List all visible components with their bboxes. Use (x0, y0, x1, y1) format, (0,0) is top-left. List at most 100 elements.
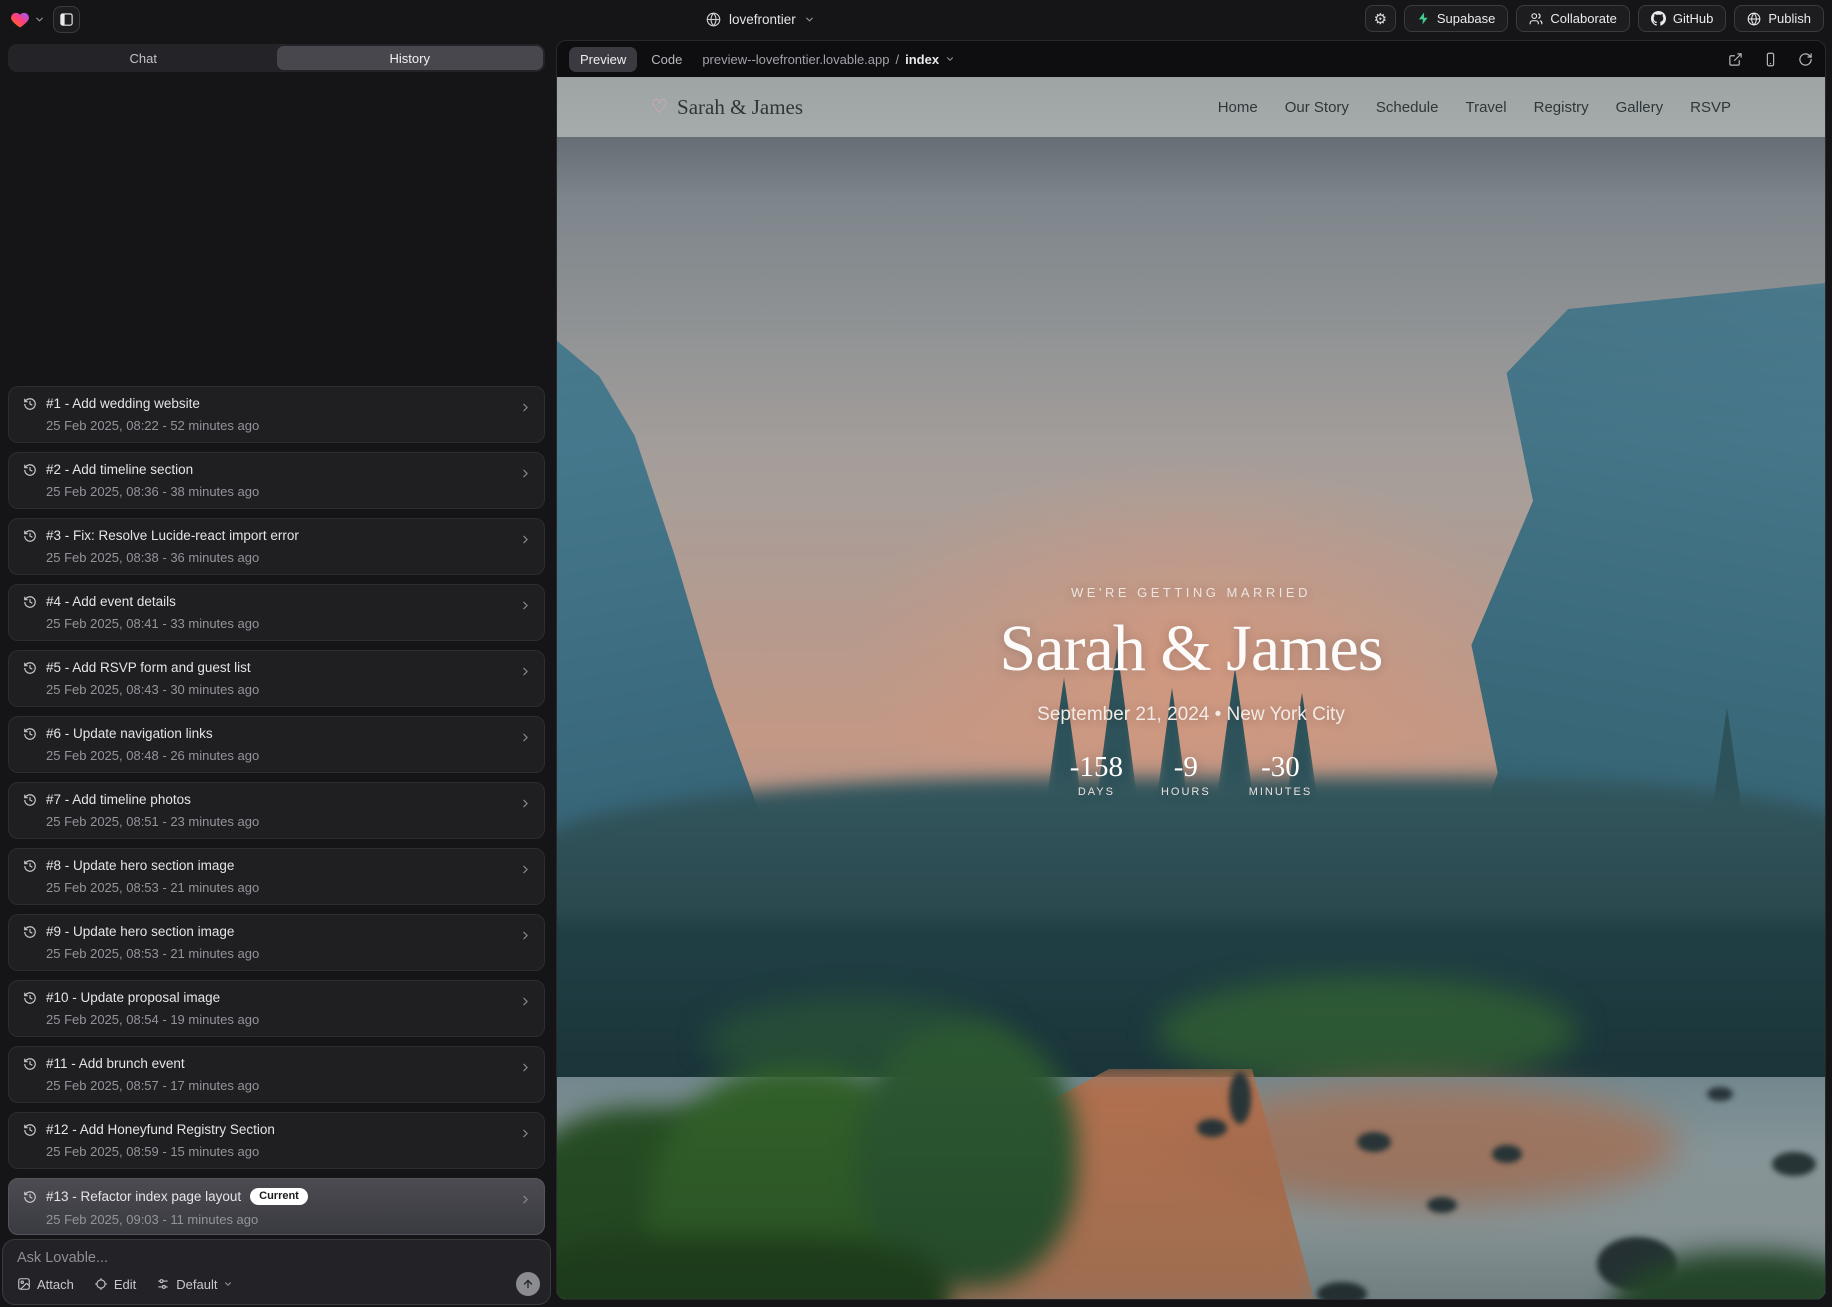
hero-section: WE'RE GETTING MARRIED Sarah & James Sept… (557, 585, 1825, 798)
bg-rock (1357, 1132, 1391, 1152)
chevron-right-icon[interactable] (519, 665, 532, 678)
history-item-timestamp: 25 Feb 2025, 08:59 - 15 minutes ago (46, 1144, 530, 1159)
history-item-title: #6 - Update navigation links (46, 726, 213, 741)
history-item-5[interactable]: #5 - Add RSVP form and guest list 25 Feb… (8, 650, 545, 707)
url-separator: / (895, 52, 899, 67)
history-item-11[interactable]: #11 - Add brunch event 25 Feb 2025, 08:5… (8, 1046, 545, 1103)
site-brand[interactable]: ♡ Sarah & James (651, 95, 803, 120)
lovable-heart-icon (10, 10, 30, 30)
chevron-right-icon[interactable] (519, 797, 532, 810)
bg-forest-green (707, 997, 1007, 1087)
history-restore-icon (23, 727, 37, 741)
history-item-7[interactable]: #7 - Add timeline photos 25 Feb 2025, 08… (8, 782, 545, 839)
countdown-unit: -9 HOURS (1161, 753, 1211, 798)
supabase-label: Supabase (1437, 11, 1496, 26)
history-item-8[interactable]: #8 - Update hero section image 25 Feb 20… (8, 848, 545, 905)
github-icon (1651, 11, 1666, 26)
countdown-value: -30 (1249, 753, 1313, 782)
open-external-icon[interactable] (1728, 52, 1743, 67)
refresh-icon[interactable] (1798, 52, 1813, 67)
chevron-right-icon[interactable] (519, 533, 532, 546)
bg-grass (1605, 1252, 1825, 1299)
preview-page: index (905, 52, 939, 67)
tab-code[interactable]: Code (651, 52, 682, 67)
chevron-right-icon[interactable] (519, 1193, 532, 1206)
tab-chat[interactable]: Chat (10, 46, 277, 70)
history-item-13[interactable]: #13 - Refactor index page layout Current… (8, 1178, 545, 1235)
history-restore-icon (23, 1123, 37, 1137)
preview-url[interactable]: preview--lovefrontier.lovable.app / inde… (702, 52, 955, 67)
site-nav: Home Our Story Schedule Travel Registry Galle… (1218, 99, 1731, 116)
history-restore-icon (23, 397, 37, 411)
bg-rock (887, 1097, 923, 1111)
bg-ridge (557, 777, 1825, 967)
countdown-value: -158 (1070, 753, 1123, 782)
history-item-timestamp: 25 Feb 2025, 08:53 - 21 minutes ago (46, 880, 530, 895)
history-item-2[interactable]: #2 - Add timeline section 25 Feb 2025, 0… (8, 452, 545, 509)
chevron-right-icon[interactable] (519, 1061, 532, 1074)
nav-link-our-story[interactable]: Our Story (1285, 99, 1349, 116)
nav-link-rsvp[interactable]: RSVP (1690, 99, 1731, 116)
nav-link-gallery[interactable]: Gallery (1616, 99, 1664, 116)
chevron-right-icon[interactable] (519, 467, 532, 480)
sliders-icon (156, 1277, 170, 1291)
bg-grass (647, 1067, 947, 1299)
countdown-value: -9 (1161, 753, 1211, 782)
bg-grass (857, 1027, 1077, 1287)
send-button[interactable] (516, 1272, 540, 1296)
history-item-4[interactable]: #4 - Add event details 25 Feb 2025, 08:4… (8, 584, 545, 641)
project-switcher[interactable]: lovefrontier (706, 0, 815, 38)
history-item-12[interactable]: #12 - Add Honeyfund Registry Section 25 … (8, 1112, 545, 1169)
edit-select-button[interactable]: Edit (94, 1277, 136, 1292)
tab-preview[interactable]: Preview (569, 47, 637, 72)
history-item-timestamp: 25 Feb 2025, 08:57 - 17 minutes ago (46, 1078, 530, 1093)
history-item-1[interactable]: #1 - Add wedding website 25 Feb 2025, 08… (8, 386, 545, 443)
history-item-10[interactable]: #10 - Update proposal image 25 Feb 2025,… (8, 980, 545, 1037)
chevron-right-icon[interactable] (519, 1127, 532, 1140)
left-sidebar: Chat History #1 - Add wedding website 25… (0, 38, 553, 1307)
history-item-9[interactable]: #9 - Update hero section image 25 Feb 20… (8, 914, 545, 971)
mobile-view-icon[interactable] (1763, 52, 1778, 67)
history-item-6[interactable]: #6 - Update navigation links 25 Feb 2025… (8, 716, 545, 773)
history-item-timestamp: 25 Feb 2025, 08:54 - 19 minutes ago (46, 1012, 530, 1027)
chevron-right-icon[interactable] (519, 995, 532, 1008)
tab-history[interactable]: History (277, 46, 544, 70)
history-item-timestamp: 25 Feb 2025, 08:41 - 33 minutes ago (46, 616, 530, 631)
chevron-right-icon[interactable] (519, 863, 532, 876)
bg-grass (557, 1107, 817, 1299)
attach-button[interactable]: Attach (17, 1277, 74, 1292)
chevron-right-icon[interactable] (519, 731, 532, 744)
chevron-down-icon (34, 14, 45, 25)
bg-river (557, 1077, 1825, 1299)
lovable-logo-menu[interactable] (10, 10, 45, 30)
app-window: lovefrontier ⚙ Supabase Collaborate (0, 0, 1832, 1307)
collaborate-button[interactable]: Collaborate (1516, 5, 1630, 32)
chevron-right-icon[interactable] (519, 929, 532, 942)
bg-rock (1492, 1145, 1522, 1163)
nav-link-schedule[interactable]: Schedule (1376, 99, 1439, 116)
ask-lovable-input[interactable] (17, 1250, 536, 1266)
chat-history-tabs: Chat History (8, 44, 545, 72)
supabase-button[interactable]: Supabase (1404, 5, 1509, 32)
chevron-down-icon (945, 54, 955, 64)
history-item-title: #9 - Update hero section image (46, 924, 234, 939)
nav-link-registry[interactable]: Registry (1534, 99, 1589, 116)
hero-title: Sarah & James (557, 616, 1825, 682)
history-item-title: #5 - Add RSVP form and guest list (46, 660, 251, 675)
history-item-timestamp: 25 Feb 2025, 08:48 - 26 minutes ago (46, 748, 530, 763)
history-item-timestamp: 25 Feb 2025, 08:53 - 21 minutes ago (46, 946, 530, 961)
sidebar-toggle-button[interactable] (53, 6, 80, 33)
settings-button[interactable]: ⚙ (1365, 5, 1396, 32)
chevron-right-icon[interactable] (519, 401, 532, 414)
mode-selector[interactable]: Default (156, 1277, 233, 1292)
history-item-timestamp: 25 Feb 2025, 08:22 - 52 minutes ago (46, 418, 530, 433)
chevron-right-icon[interactable] (519, 599, 532, 612)
github-button[interactable]: GitHub (1638, 5, 1726, 32)
nav-link-travel[interactable]: Travel (1465, 99, 1506, 116)
publish-button[interactable]: Publish (1734, 5, 1824, 32)
history-item-3[interactable]: #3 - Fix: Resolve Lucide-react import er… (8, 518, 545, 575)
edit-label: Edit (114, 1277, 136, 1292)
history-item-timestamp: 25 Feb 2025, 08:43 - 30 minutes ago (46, 682, 530, 697)
nav-link-home[interactable]: Home (1218, 99, 1258, 116)
supabase-bolt-icon (1417, 12, 1430, 25)
